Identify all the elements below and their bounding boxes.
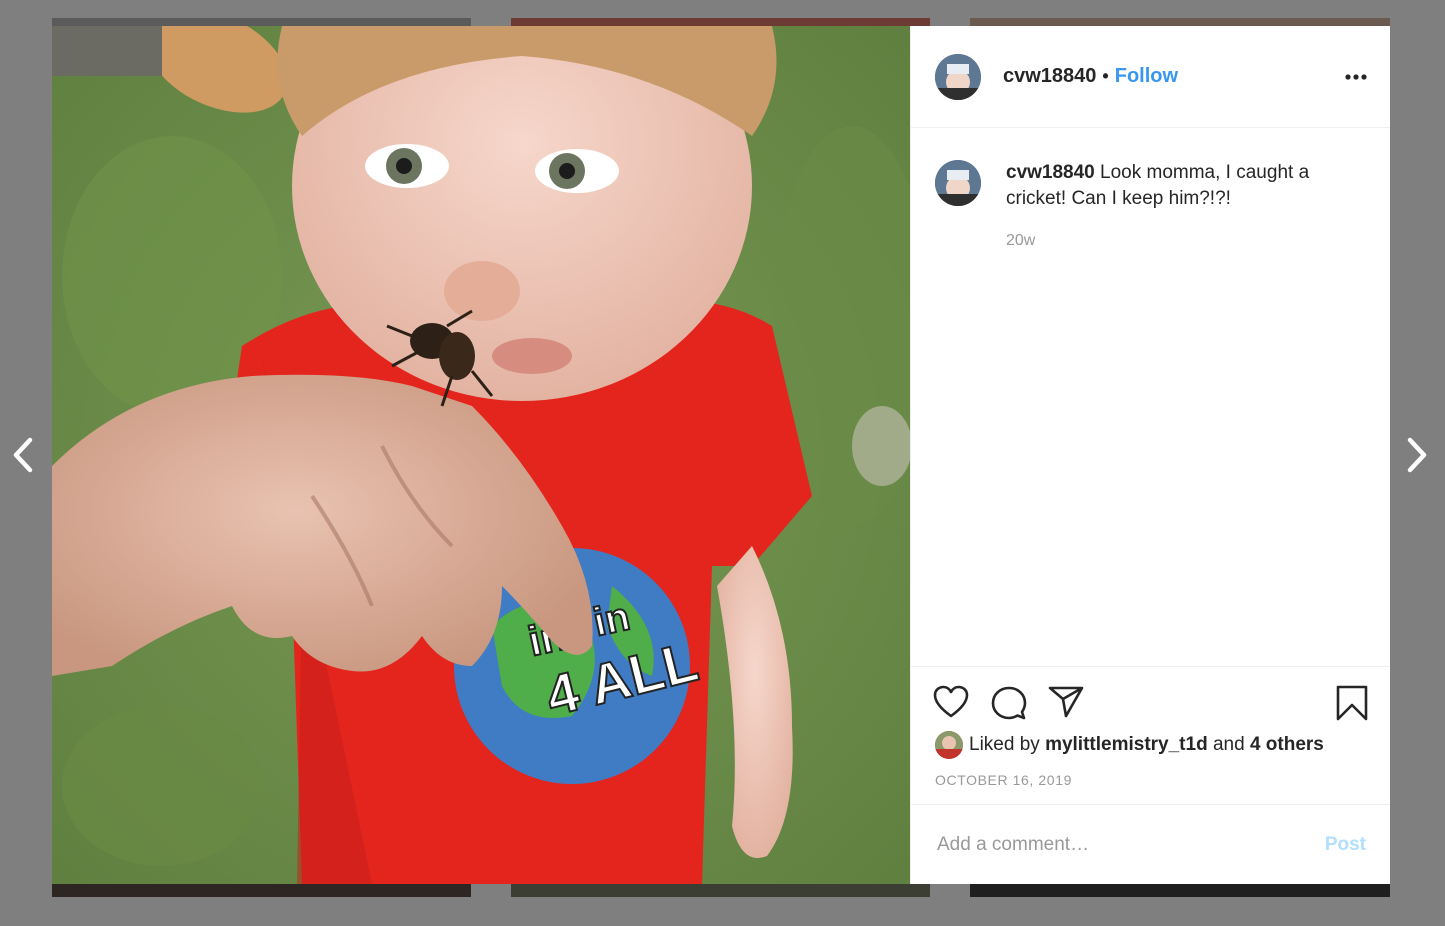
profile-photo-icon — [935, 731, 963, 759]
paper-plane-icon — [1048, 686, 1084, 718]
likes-summary: Liked by mylittlemistry_t1d and 4 others — [935, 731, 1370, 759]
avatar[interactable] — [935, 53, 981, 100]
comment-bubble-icon — [991, 686, 1027, 720]
follow-button[interactable]: Follow — [1115, 65, 1178, 88]
bookmark-icon — [1336, 685, 1368, 721]
like-button[interactable] — [933, 685, 969, 724]
share-button[interactable] — [1048, 685, 1084, 724]
photo-boy-with-cricket: ine in 4 ALL — [52, 26, 910, 884]
liked-by-joiner: and — [1212, 734, 1245, 755]
comment-button[interactable] — [991, 685, 1027, 726]
liked-by-label: Liked by — [969, 734, 1040, 755]
next-post-button[interactable] — [1402, 432, 1432, 478]
separator-dot: • — [1102, 66, 1109, 86]
grid-thumbnail — [511, 884, 930, 897]
post-photo[interactable]: ine in 4 ALL — [52, 26, 910, 884]
chevron-right-icon — [1407, 437, 1427, 473]
likes-others-link[interactable]: 4 others — [1250, 734, 1324, 756]
comment-form: Post — [911, 804, 1390, 884]
grid-thumbnail — [970, 884, 1390, 897]
save-button[interactable] — [1336, 685, 1368, 726]
post-age[interactable]: 20w — [1006, 228, 1360, 254]
chevron-left-icon — [13, 437, 33, 473]
post-modal: ine in 4 ALL — [52, 26, 1390, 884]
caption-body: cvw18840 Look momma, I caught a cricket!… — [1006, 160, 1360, 254]
avatar[interactable] — [935, 160, 981, 206]
grid-thumbnail — [511, 18, 930, 26]
post-comment-button[interactable]: Post — [1325, 834, 1366, 856]
grid-thumbnail — [52, 884, 471, 897]
caption-username[interactable]: cvw18840 — [1006, 162, 1095, 183]
post-date[interactable]: OCTOBER 16, 2019 — [935, 772, 1072, 788]
post-caption: cvw18840 Look momma, I caught a cricket!… — [935, 160, 1360, 254]
more-horizontal-icon — [1345, 73, 1367, 80]
post-actions: Liked by mylittlemistry_t1d and 4 others… — [911, 666, 1390, 788]
grid-thumbnail — [970, 18, 1390, 26]
profile-photo-icon — [935, 160, 981, 206]
heart-icon — [933, 685, 969, 718]
liked-by-user-link[interactable]: mylittlemistry_t1d — [1045, 734, 1208, 756]
grid-thumbnail — [52, 18, 471, 26]
post-header: cvw18840 • Follow — [911, 26, 1390, 128]
username-link[interactable]: cvw18840 — [1003, 65, 1096, 88]
more-options-button[interactable] — [1344, 65, 1368, 89]
post-sidebar: cvw18840 • Follow cvw18840 Look momma, I… — [910, 26, 1390, 884]
comment-input[interactable] — [935, 832, 1325, 857]
avatar[interactable] — [935, 731, 963, 759]
profile-photo-icon — [935, 53, 981, 100]
previous-post-button[interactable] — [8, 432, 38, 478]
action-icons — [911, 667, 1390, 737]
